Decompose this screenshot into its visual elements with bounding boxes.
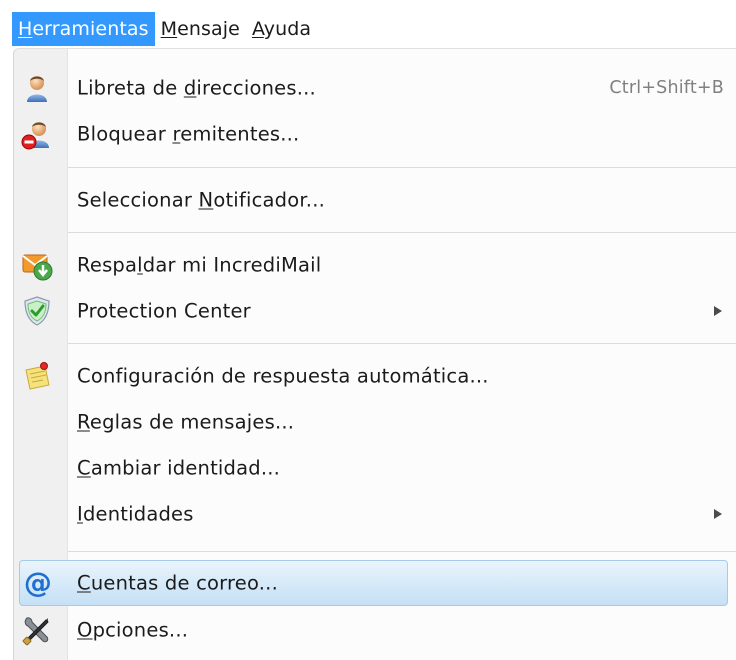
menu-item-label: Libreta de direcciones... — [77, 76, 316, 100]
backup-icon — [21, 249, 53, 281]
menu-item-label: Bloquear remitentes... — [77, 122, 300, 146]
menu-separator — [68, 167, 736, 168]
menu-item-select-notifier[interactable]: Seleccionar Notificador... — [14, 177, 736, 223]
menu-herramientas[interactable]: Herramientas — [12, 12, 155, 46]
menu-item-label: Identidades — [77, 502, 194, 526]
menu-separator — [68, 232, 736, 233]
menu-item-label: Seleccionar Notificador... — [77, 188, 325, 212]
menu-item-label: Protection Center — [77, 299, 251, 323]
auto-reply-note-icon — [21, 360, 53, 392]
menu-separator — [68, 343, 736, 344]
submenu-arrow-icon — [714, 306, 722, 316]
menu-mensaje-label: ensaje — [177, 18, 240, 40]
svg-text:@: @ — [24, 567, 52, 599]
menu-item-label: Respaldar mi IncrediMail — [77, 253, 322, 277]
block-sender-icon — [21, 118, 53, 150]
menu-ayuda-label: yuda — [263, 18, 312, 40]
menu-item-message-rules[interactable]: Reglas de mensajes... — [14, 399, 736, 445]
app-window: Herramientas Mensaje Ayuda Libreta de di… — [0, 0, 736, 660]
menu-item-label: Cuentas de correo... — [77, 571, 278, 595]
menu-item-label: Reglas de mensajes... — [77, 410, 295, 434]
menu-item-auto-reply[interactable]: Configuración de respuesta automática... — [14, 353, 736, 399]
menu-herramientas-label: erramientas — [32, 18, 149, 40]
menu-item-label: Configuración de respuesta automática... — [77, 364, 489, 388]
menu-item-change-identity[interactable]: Cambiar identidad... — [14, 445, 736, 491]
menu-separator — [68, 551, 736, 552]
menu-item-block-senders[interactable]: Bloquear remitentes... — [14, 111, 736, 157]
menu-item-identities[interactable]: Identidades — [14, 491, 736, 537]
menu-item-shortcut: Ctrl+Shift+B — [609, 78, 724, 98]
menu-item-mail-accounts[interactable]: @ Cuentas de correo... — [19, 560, 728, 606]
menu-item-label: Opciones... — [77, 618, 189, 642]
at-sign-icon: @ — [22, 566, 54, 599]
menu-bar: Herramientas Mensaje Ayuda — [12, 12, 317, 46]
menu-item-address-book[interactable]: Libreta de direcciones... Ctrl+Shift+B — [14, 65, 736, 111]
menu-item-label: Cambiar identidad... — [77, 456, 281, 480]
menu-item-backup[interactable]: Respaldar mi IncrediMail — [14, 242, 736, 288]
shield-icon — [21, 295, 53, 327]
address-book-icon — [21, 72, 53, 104]
submenu-arrow-icon — [714, 509, 722, 519]
menu-item-protection-center[interactable]: Protection Center — [14, 288, 736, 334]
menu-mensaje[interactable]: Mensaje — [155, 12, 246, 46]
menu-item-options[interactable]: Opciones... — [14, 607, 736, 653]
menu-ayuda[interactable]: Ayuda — [246, 12, 317, 46]
herramientas-dropdown-menu: Libreta de direcciones... Ctrl+Shift+B B… — [13, 48, 736, 660]
tools-icon — [21, 614, 53, 646]
